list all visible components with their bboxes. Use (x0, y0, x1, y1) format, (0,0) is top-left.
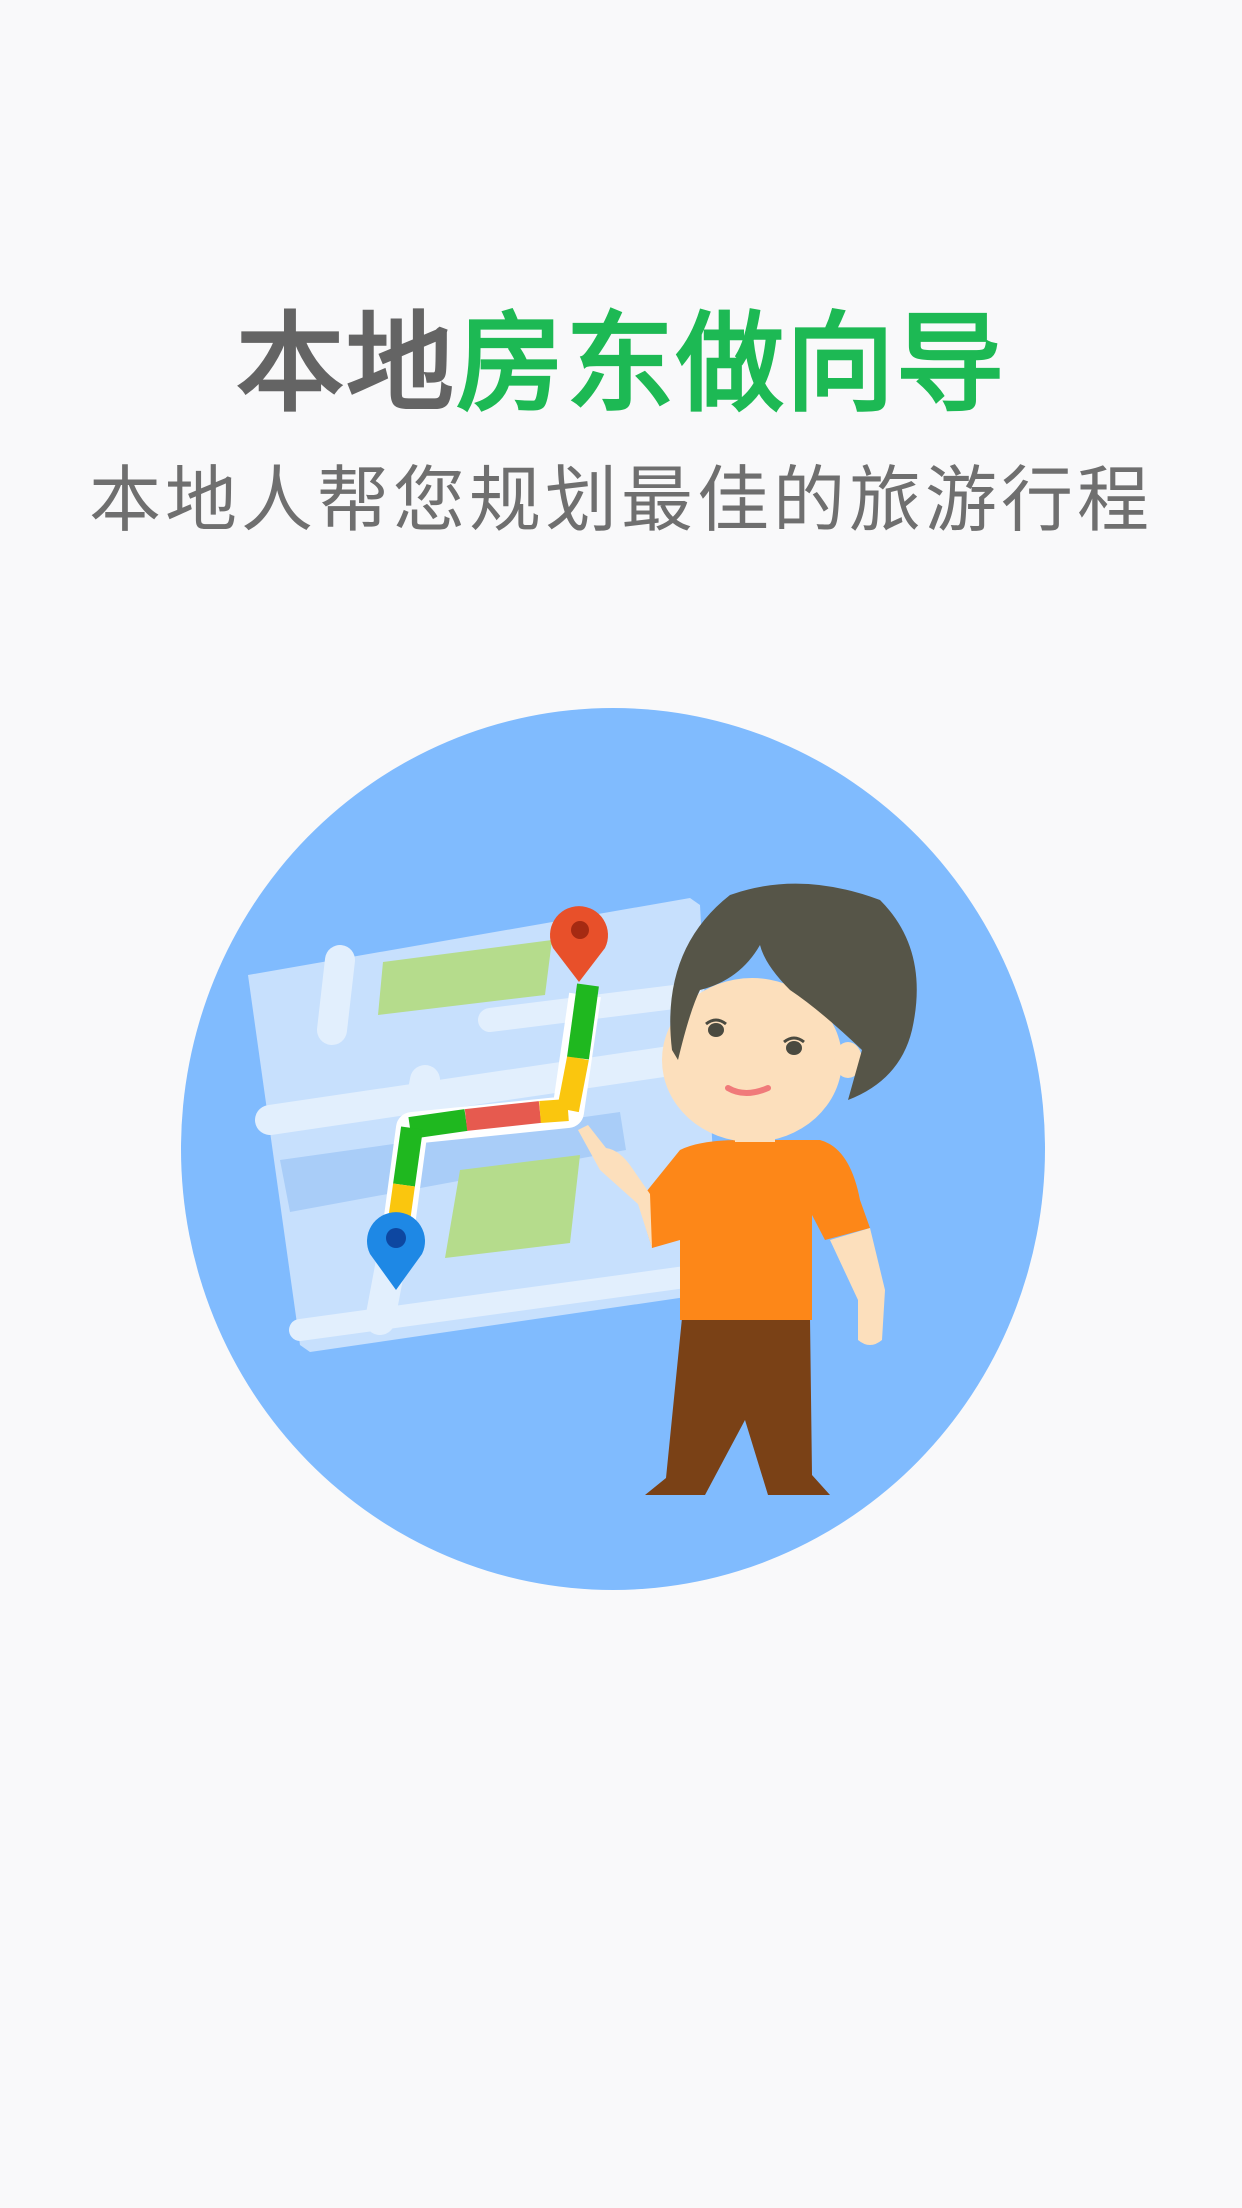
headline-accent: 房东做向导 (456, 302, 1007, 427)
onboarding-screen: 本地房东做向导 本地人帮您规划最佳的旅游行程 (0, 0, 1242, 2208)
subline: 本地人帮您规划最佳的旅游行程 (88, 458, 1153, 542)
park-bottom (445, 1155, 580, 1258)
headline-plain: 本地 (235, 302, 456, 427)
local-guide-map-illustration (181, 708, 1045, 1590)
headline: 本地房东做向导 (0, 300, 1242, 430)
